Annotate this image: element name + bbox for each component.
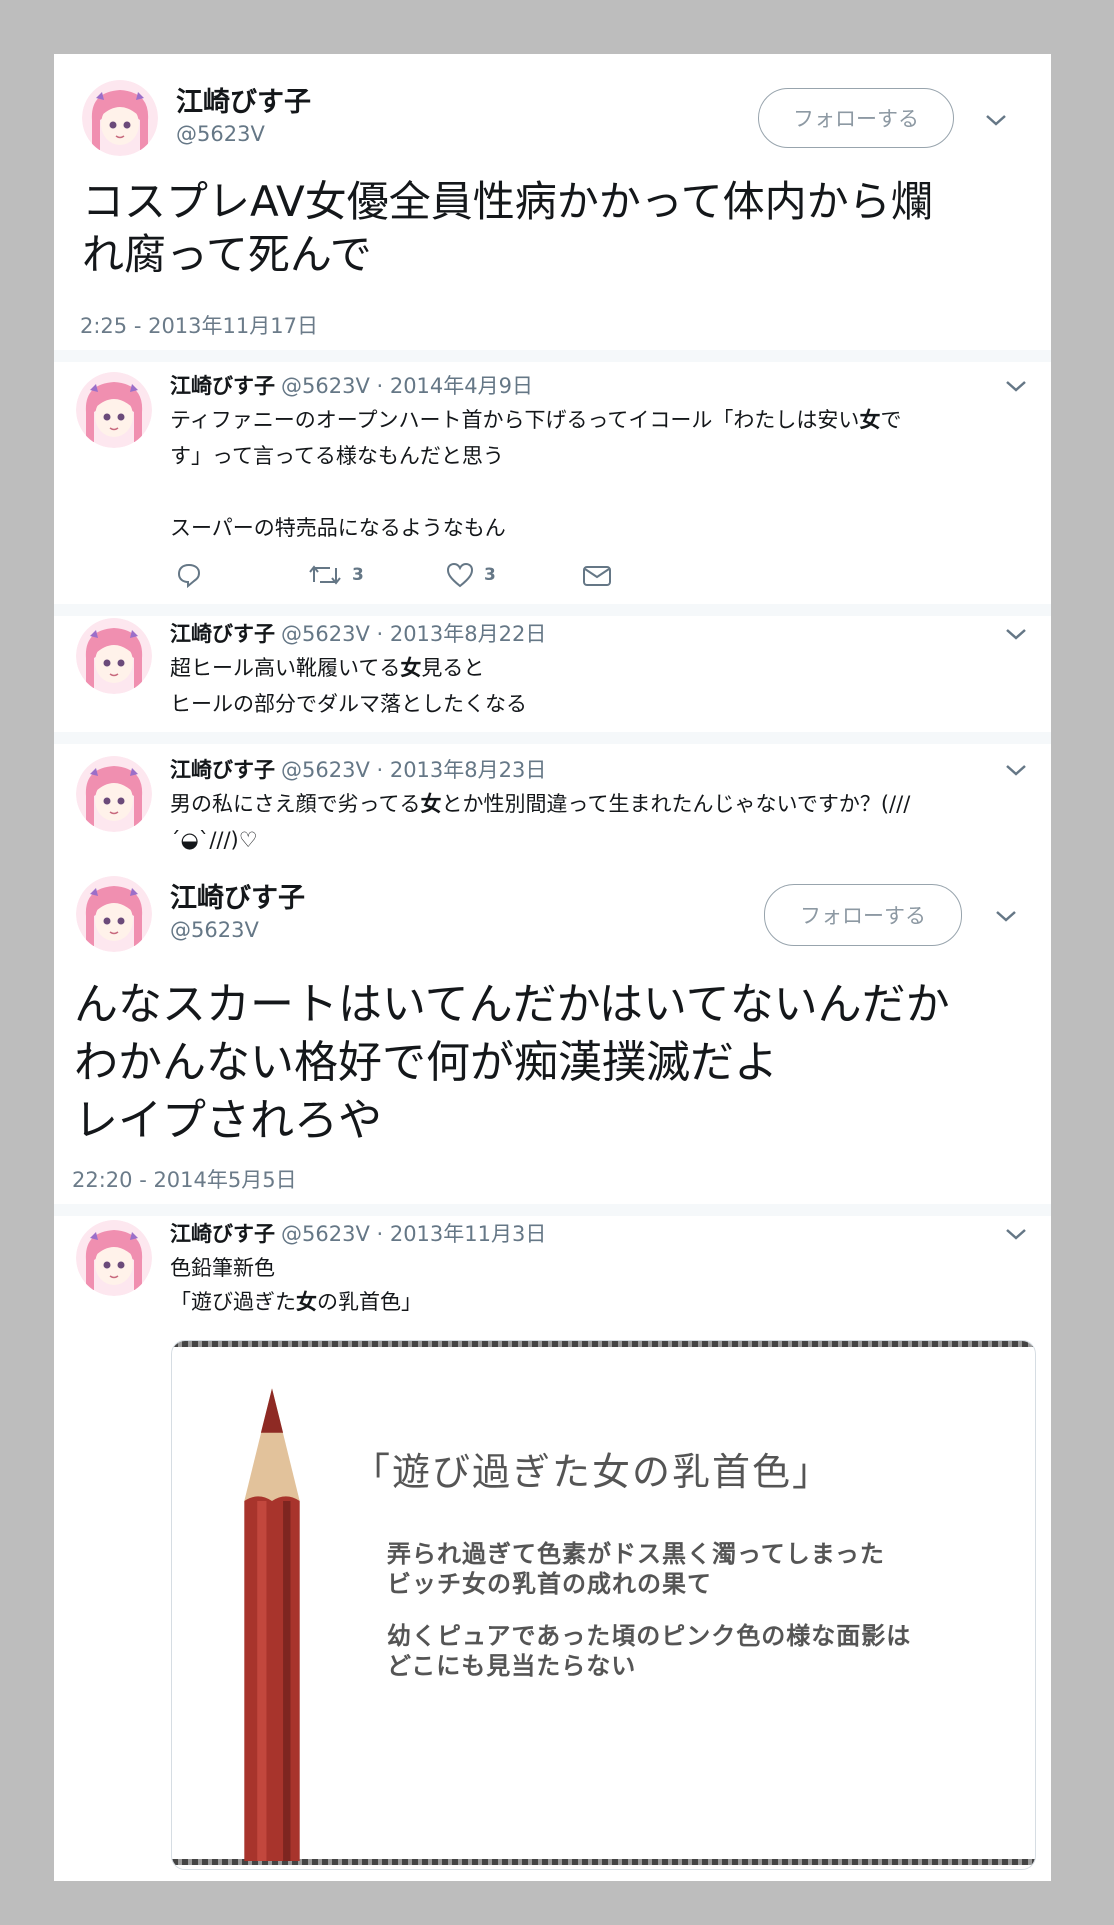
author-name[interactable]: 江崎びす子	[170, 1222, 275, 1246]
avatar[interactable]	[76, 618, 152, 694]
reply-action[interactable]	[176, 562, 202, 588]
divider	[54, 732, 1051, 744]
follow-button[interactable]: フォローする	[758, 88, 954, 148]
reply-icon	[177, 563, 201, 588]
reply-text-part: ティファニーのオープンハート首から下げるってイコール「わたしは安い	[170, 408, 860, 432]
reply-text-part: 「遊び過ぎた	[170, 1290, 296, 1314]
reply-header: 江崎びす子 @5623V · 2013年8月23日	[170, 754, 546, 784]
author-handle[interactable]: @5623V	[170, 918, 259, 942]
author-name[interactable]: 江崎びす子	[170, 374, 275, 398]
reply-text-part: 超ヒール高い靴履いてる	[170, 656, 401, 680]
divider	[54, 604, 1051, 616]
chevron-down-icon[interactable]	[984, 112, 1008, 128]
media-image[interactable]: 「遊び過ぎた女の乳首色」 弄られ過ぎて色素がドス黒く濁ってしまった ビッチ女の乳…	[171, 1340, 1036, 1870]
tweet-timestamp[interactable]: 2:25 - 2013年11月17日	[80, 310, 318, 340]
reply-text: 超ヒール高い靴履いてる女見ると ヒールの部分でダルマ落としたくなる	[170, 650, 1030, 722]
tweet-text: んなスカートはいてんだかはいてないんだか わかんない格好で何が痴漢撲滅だよ レイ…	[74, 979, 950, 1146]
reply-text: 男の私にさえ顔で劣ってる女とか性別間違って生まれたんじゃないですか？(/// ´…	[170, 786, 1030, 858]
retweet-action[interactable]: 3	[308, 562, 364, 588]
media-text: 幼くピュアであった頃のピンク色の様な面影は どこにも見当たらない	[387, 1622, 912, 1680]
tweet-text: コスプレAV女優全員性病かかって体内から爛 れ腐って死んで	[82, 177, 933, 279]
heart-icon	[446, 562, 474, 588]
author-handle-date[interactable]: @5623V · 2013年11月3日	[281, 1222, 546, 1246]
like-count: 3	[484, 565, 496, 585]
reply-text-bold: 女	[859, 408, 881, 432]
author-name[interactable]: 江崎びす子	[170, 876, 305, 915]
author-handle-date[interactable]: @5623V · 2014年4月9日	[281, 374, 533, 398]
avatar[interactable]	[76, 756, 152, 832]
author-name[interactable]: 江崎びす子	[176, 80, 311, 119]
reply-text: ティファニーのオープンハート首から下げるってイコール「わたしは安い女で す」って…	[170, 402, 1030, 546]
reply-text-part: の乳首色」	[317, 1290, 422, 1314]
retweet-count: 3	[352, 565, 364, 585]
reply-header: 江崎びす子 @5623V · 2013年8月22日	[170, 618, 546, 648]
reply-text: 「遊び過ぎた女の乳首色」	[170, 1284, 422, 1320]
media-title: 「遊び過ぎた女の乳首色」	[352, 1450, 833, 1494]
author-name[interactable]: 江崎びす子	[170, 622, 275, 646]
reply-text-part: 男の私にさえ顔で劣ってる	[170, 792, 421, 816]
pencil-icon	[244, 1388, 300, 1861]
author-handle-date[interactable]: @5623V · 2013年8月23日	[281, 758, 546, 782]
reply-text-bold: 女	[296, 1290, 317, 1314]
reply-text-line: 色鉛筆新色	[170, 1256, 275, 1280]
divider	[54, 350, 1051, 362]
avatar[interactable]	[76, 876, 152, 952]
screenshot-card: 江崎びす子 @5623V フォローする コスプレAV女優全員性病かかって体内から…	[54, 54, 1051, 1881]
retweet-icon	[309, 565, 341, 585]
divider	[54, 1204, 1051, 1216]
media-text: 弄られ過ぎて色素がドス黒く濁ってしまった ビッチ女の乳首の成れの果て	[387, 1540, 885, 1598]
author-name[interactable]: 江崎びす子	[170, 758, 275, 782]
chevron-down-icon[interactable]	[1004, 1226, 1028, 1242]
envelope-icon	[583, 566, 611, 586]
follow-button[interactable]: フォローする	[764, 884, 962, 946]
reply-header: 江崎びす子 @5623V · 2013年11月3日	[170, 1218, 546, 1248]
avatar[interactable]	[82, 80, 158, 156]
reply-header: 江崎びす子 @5623V · 2014年4月9日	[170, 370, 533, 400]
message-action[interactable]	[582, 564, 612, 588]
chevron-down-icon[interactable]	[994, 908, 1018, 924]
chevron-down-icon[interactable]	[1004, 626, 1028, 642]
author-handle[interactable]: @5623V	[176, 122, 265, 146]
chevron-down-icon[interactable]	[1004, 378, 1028, 394]
tweet-timestamp[interactable]: 22:20 - 2014年5月5日	[72, 1164, 297, 1194]
reply-text-bold: 女	[400, 656, 422, 680]
avatar[interactable]	[76, 372, 152, 448]
reply-text-bold: 女	[420, 792, 442, 816]
image-edge	[172, 1341, 1035, 1347]
avatar[interactable]	[76, 1220, 152, 1296]
like-action[interactable]: 3	[446, 562, 496, 588]
chevron-down-icon[interactable]	[1004, 762, 1028, 778]
author-handle-date[interactable]: @5623V · 2013年8月22日	[281, 622, 546, 646]
